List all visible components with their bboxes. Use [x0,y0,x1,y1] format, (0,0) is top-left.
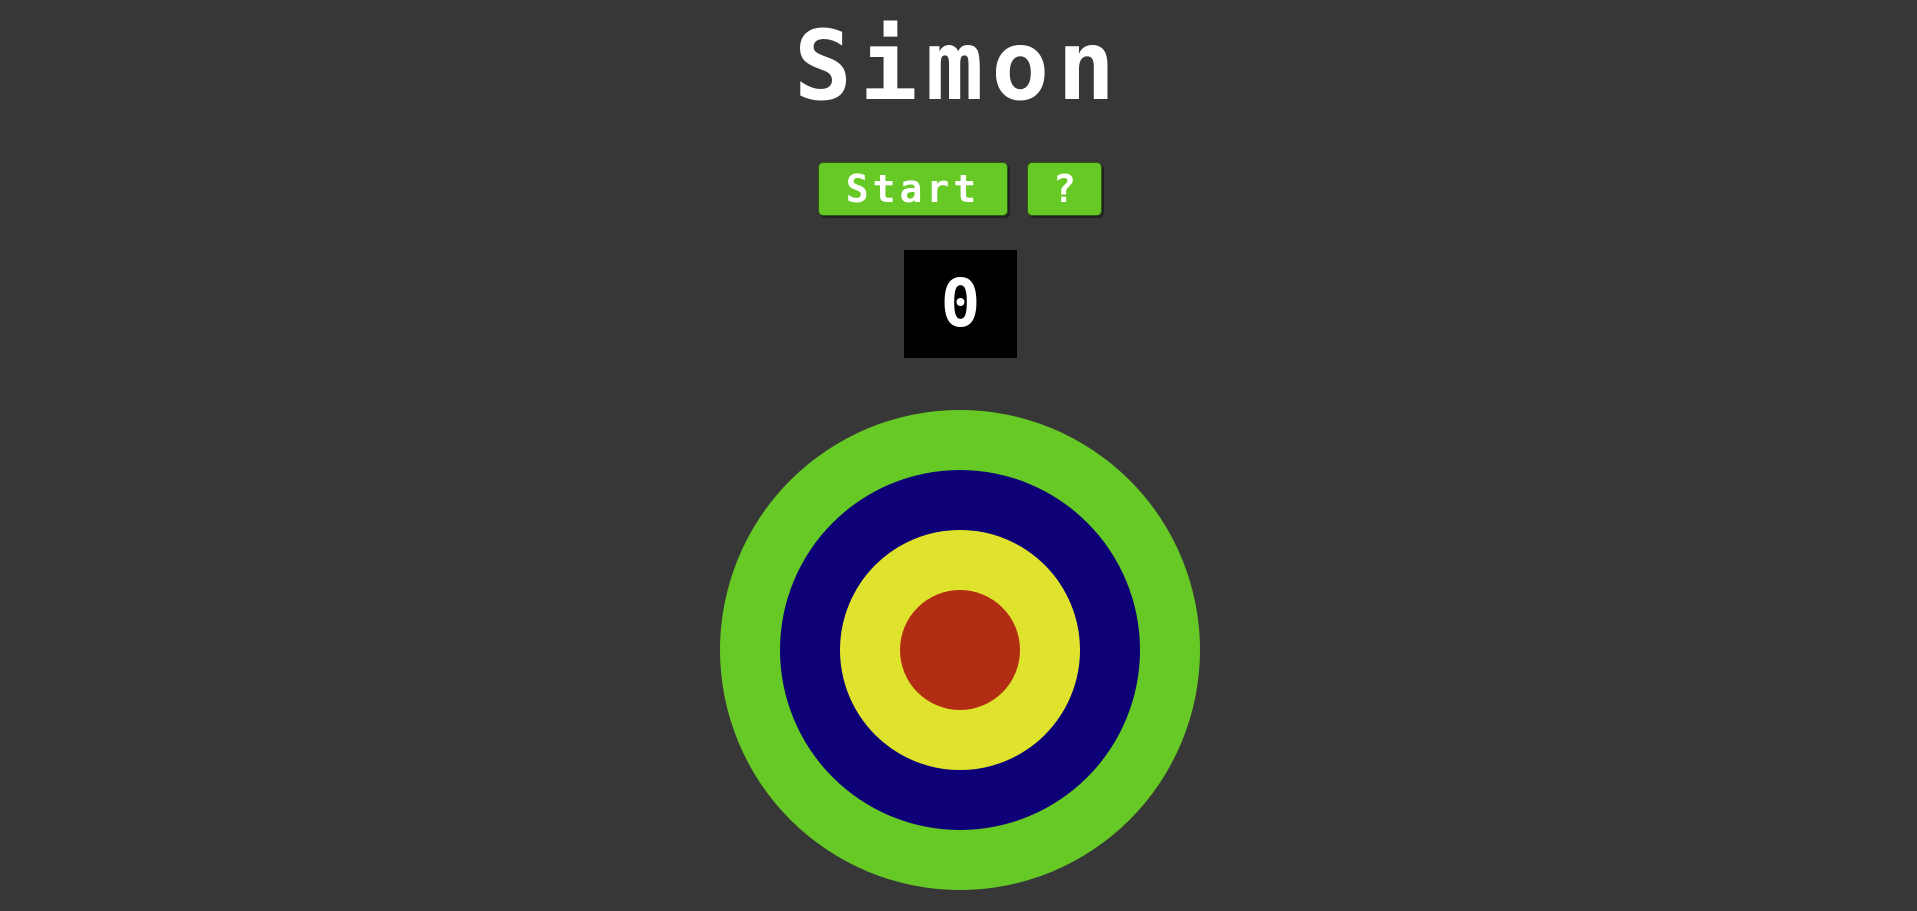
score-display: 0 [904,250,1017,358]
help-button[interactable]: ? [1027,162,1102,216]
game-title: Simon [794,10,1123,122]
game-board [720,410,1200,890]
red-center-pad[interactable] [900,590,1020,710]
simon-game: Simon Start ? 0 [0,0,1917,911]
start-button[interactable]: Start [818,162,1008,216]
